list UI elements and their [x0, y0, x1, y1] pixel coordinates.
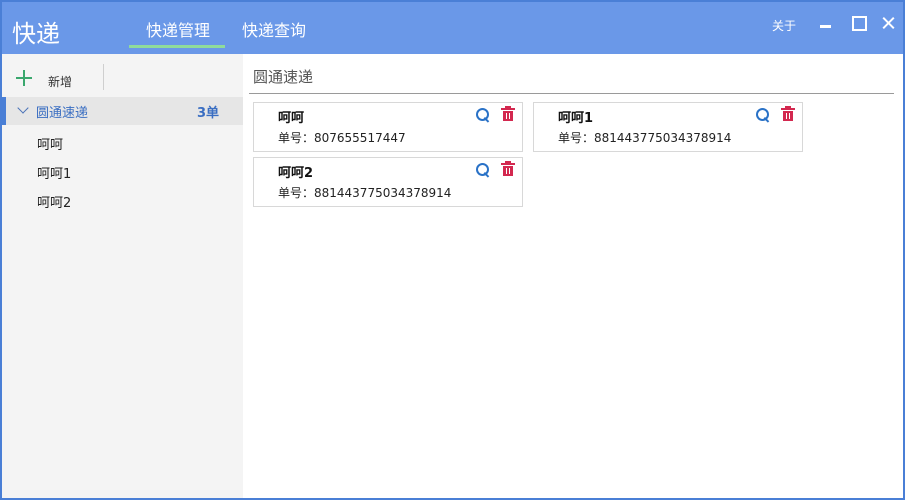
tab-express-query[interactable]: 快递查询 [242, 17, 306, 41]
tracking-number: 单号：881443775034378914 [278, 186, 452, 200]
package-card: 呵呵 单号：807655517447 [253, 102, 523, 152]
tracking-number: 单号：881443775034378914 [558, 131, 732, 145]
search-icon[interactable] [755, 107, 771, 123]
close-icon[interactable] [878, 12, 900, 34]
add-button-label: 新增 [48, 75, 73, 89]
section-title: 圆通速递 [253, 68, 314, 86]
sidebar: 新增 圆通速递 3单 呵呵 呵呵1 呵呵2 [2, 54, 243, 498]
package-card: 呵呵1 单号：881443775034378914 [533, 102, 803, 152]
plus-icon [16, 70, 32, 86]
chevron-down-icon[interactable] [17, 102, 29, 114]
active-tab-indicator [129, 45, 225, 48]
sidebar-group-yto[interactable]: 圆通速递 3单 [2, 97, 243, 125]
package-name: 呵呵1 [558, 111, 594, 126]
trash-icon[interactable] [501, 106, 515, 122]
sidebar-group-count: 3单 [196, 106, 219, 121]
app-window: 快递 快递管理 快递查询 关于 新增 圆通速递 3单 呵呵 呵呵1 呵呵2 圆通… [0, 0, 905, 500]
section-divider [249, 93, 894, 94]
tab-express-management[interactable]: 快递管理 [146, 17, 210, 41]
search-icon[interactable] [475, 162, 491, 178]
trash-icon[interactable] [501, 161, 515, 177]
add-button[interactable]: 新增 [14, 66, 94, 94]
main-panel: 圆通速递 呵呵 单号：807655517447 呵呵1 单号：881443775… [243, 54, 903, 498]
package-name: 呵呵 [278, 111, 305, 126]
about-button[interactable]: 关于 [772, 17, 796, 34]
trash-icon[interactable] [781, 106, 795, 122]
sidebar-group-name: 圆通速递 [36, 106, 89, 121]
sidebar-item-hehe1[interactable]: 呵呵1 [37, 163, 71, 182]
maximize-icon[interactable] [847, 12, 869, 34]
minimize-icon[interactable] [815, 12, 837, 34]
sidebar-item-hehe[interactable]: 呵呵 [37, 134, 63, 153]
tracking-number: 单号：807655517447 [278, 131, 406, 145]
toolbar-divider [103, 64, 104, 90]
titlebar: 快递 快递管理 快递查询 关于 [2, 2, 903, 54]
package-name: 呵呵2 [278, 166, 314, 181]
search-icon[interactable] [475, 107, 491, 123]
package-card: 呵呵2 单号：881443775034378914 [253, 157, 523, 207]
app-title: 快递 [12, 20, 60, 48]
sidebar-item-hehe2[interactable]: 呵呵2 [37, 192, 71, 211]
